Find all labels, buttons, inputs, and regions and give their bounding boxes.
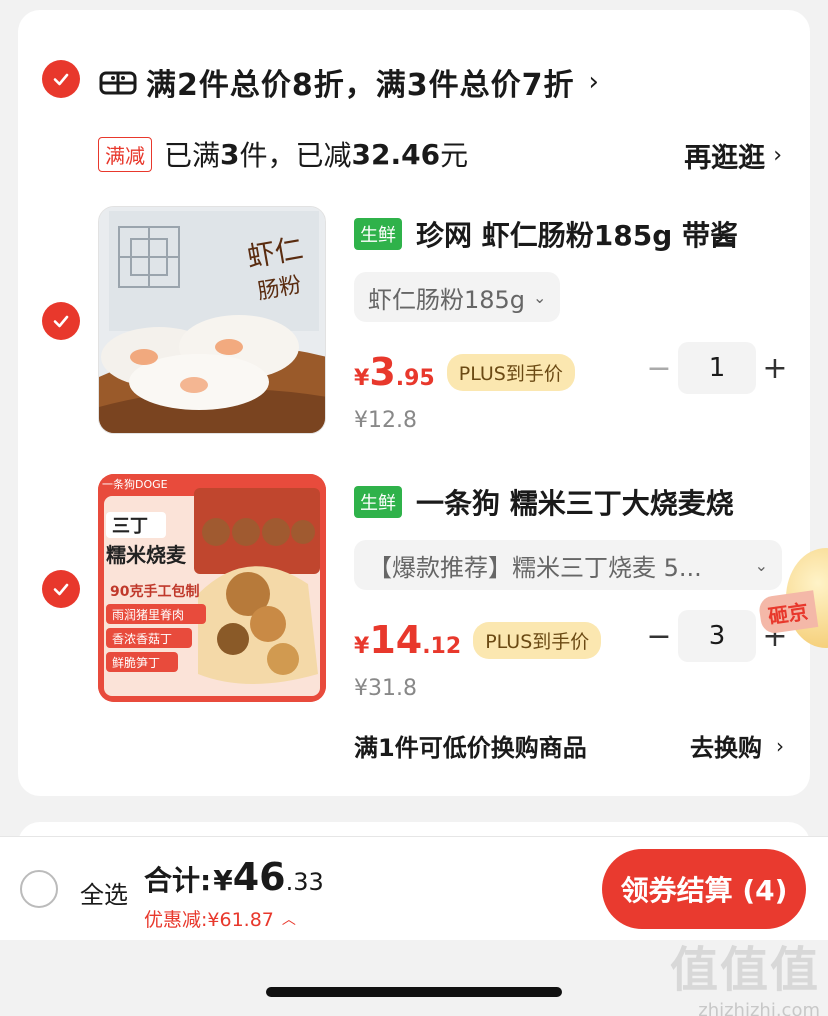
fresh-badge: 生鲜 xyxy=(354,218,402,250)
watermark-url: zhizhizhi.com xyxy=(698,1000,820,1016)
watermark: 值值值 zhizhizhi.com xyxy=(670,930,820,1016)
status-prefix: 已满 xyxy=(164,139,221,172)
swap-button[interactable]: 去换购 › xyxy=(690,728,784,763)
thumb-line1: 三丁 xyxy=(112,516,148,537)
check-icon xyxy=(53,73,69,86)
decrease-button[interactable]: − xyxy=(640,351,678,386)
check-icon xyxy=(53,315,69,328)
price: ¥ 14 .12 PLUS到手价 xyxy=(354,618,602,662)
product-title[interactable]: 生鲜 珍网 虾仁肠粉185g 带酱 xyxy=(354,214,738,254)
thumb-bullet2: 香浓香菇丁 xyxy=(112,632,172,646)
plus-price-badge: PLUS到手价 xyxy=(446,353,575,391)
status-count: 3 xyxy=(220,137,240,171)
price-dec: .12 xyxy=(422,634,462,659)
select-all-radio[interactable] xyxy=(20,870,58,908)
status-suffix: 元 xyxy=(440,139,469,172)
promo-title[interactable]: 满2件总价8折，满3件总价7折 › xyxy=(98,60,600,104)
select-all-label[interactable]: 全选 xyxy=(80,875,128,910)
decrease-button[interactable]: − xyxy=(640,619,678,654)
thumb-line2: 糯米烧麦 xyxy=(106,543,187,567)
variant-selector[interactable]: 虾仁肠粉185g ⌄ xyxy=(354,272,561,322)
variant-label: 虾仁肠粉185g xyxy=(368,285,526,314)
quantity-stepper: − 1 + xyxy=(640,342,794,394)
discount-detail[interactable]: 优惠减:¥61.87 ︿ xyxy=(144,905,296,932)
total-int: 46 xyxy=(232,855,286,899)
total-label: 合计: xyxy=(144,864,212,897)
price: ¥ 3 .95 PLUS到手价 xyxy=(354,350,575,394)
gift-icon xyxy=(99,71,137,95)
chevron-down-icon: ⌄ xyxy=(533,287,547,307)
item-checkbox[interactable] xyxy=(42,570,80,608)
home-indicator[interactable] xyxy=(266,987,562,997)
chevron-right-icon: › xyxy=(776,733,784,758)
shop-more-label: 再逛逛 xyxy=(684,143,766,174)
quantity-value[interactable]: 3 xyxy=(678,610,756,662)
plus-price-badge: PLUS到手价 xyxy=(473,621,602,659)
check-icon xyxy=(53,583,69,596)
promo-status: 满减 已满 3 件，已减 32.46 元 xyxy=(98,134,468,174)
thumb-brand: 一条狗DOGE xyxy=(102,477,168,491)
swap-label: 满1件可低价换购商品 xyxy=(354,734,587,762)
price-yen: ¥ xyxy=(354,366,370,391)
promo-tag: 满减 xyxy=(98,136,152,172)
product-title[interactable]: 生鲜 一条狗 糯米三丁大烧麦烧 xyxy=(354,482,734,522)
chevron-right-icon: › xyxy=(773,143,782,168)
product-image[interactable]: 一条狗DOGE 三丁 糯米烧麦 90克手工包制 雨润猪里脊肉 香浓香菇丁 鲜脆笋… xyxy=(98,474,326,702)
total-yen: ¥ xyxy=(213,864,233,897)
total-dec: .33 xyxy=(285,868,324,896)
status-mid: 件，已减 xyxy=(239,139,352,172)
thumb-bullet3: 鲜脆笋丁 xyxy=(112,655,160,670)
total-price: 合计: ¥ 46 .33 xyxy=(144,855,324,899)
discount-text: 优惠减:¥61.87 xyxy=(144,909,274,931)
chevron-up-icon: ︿ xyxy=(281,911,296,928)
original-price: ¥31.8 xyxy=(354,676,417,701)
price-yen: ¥ xyxy=(354,634,370,659)
variant-selector[interactable]: 【爆款推荐】糯米三丁烧麦 5... ⌄ xyxy=(354,540,782,590)
swap-row: 满1件可低价换购商品 去换购 › xyxy=(354,728,784,763)
shop-more-link[interactable]: 再逛逛 › xyxy=(684,136,782,175)
status-amount: 32.46 xyxy=(351,137,441,171)
product-title-text: 珍网 虾仁肠粉185g 带酱 xyxy=(416,219,738,252)
price-int: 14 xyxy=(369,618,423,662)
item-checkbox[interactable] xyxy=(42,302,80,340)
product-title-text: 一条狗 糯米三丁大烧麦烧 xyxy=(416,487,734,520)
chevron-right-icon: › xyxy=(588,67,600,97)
thumb-line3: 90克手工包制 xyxy=(110,583,199,600)
swap-action: 去换购 xyxy=(690,734,762,762)
original-price: ¥12.8 xyxy=(354,408,417,433)
thumb-bullet1: 雨润猪里脊肉 xyxy=(112,608,184,622)
variant-label: 【爆款推荐】糯米三丁烧麦 5... xyxy=(368,553,702,582)
increase-button[interactable]: + xyxy=(756,351,794,386)
checkout-button[interactable]: 领券结算 (4) xyxy=(602,849,806,929)
watermark-logo: 值值值 xyxy=(669,942,820,998)
product-image[interactable]: 虾仁 肠粉 xyxy=(98,206,326,434)
quantity-value[interactable]: 1 xyxy=(678,342,756,394)
price-dec: .95 xyxy=(395,366,435,391)
promo-title-text: 满2件总价8折，满3件总价7折 xyxy=(146,68,575,103)
smash-egg-badge[interactable]: 砸京 xyxy=(757,590,819,635)
price-int: 3 xyxy=(369,350,396,394)
fresh-badge: 生鲜 xyxy=(354,486,402,518)
chevron-down-icon: ⌄ xyxy=(754,555,768,575)
checkout-bar: 全选 合计: ¥ 46 .33 优惠减:¥61.87 ︿ 领券结算 (4) xyxy=(0,836,828,940)
promo-checkbox[interactable] xyxy=(42,60,80,98)
